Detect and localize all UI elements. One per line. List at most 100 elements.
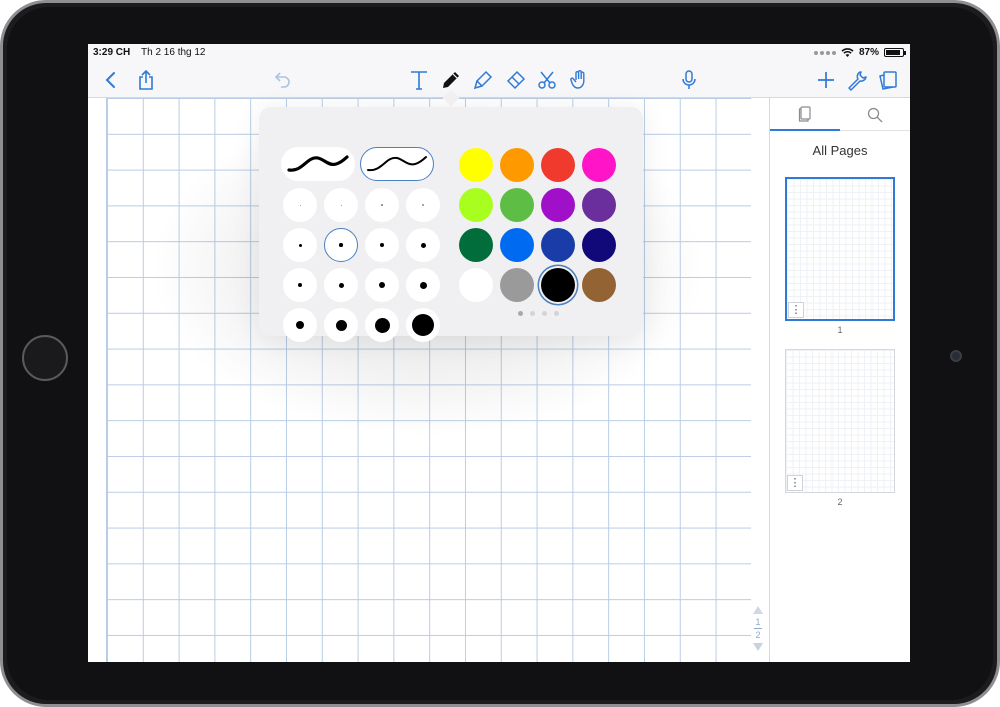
pager-dot[interactable] <box>518 311 523 316</box>
pager-dot[interactable] <box>554 311 559 316</box>
status-time: 3:29 CH <box>93 47 131 58</box>
search-tab[interactable] <box>840 98 910 131</box>
color-swatch[interactable] <box>582 148 616 182</box>
stroke-size-dot <box>338 282 344 288</box>
highlighter-icon <box>473 70 493 90</box>
toolbar <box>88 62 910 98</box>
plus-icon <box>818 72 834 88</box>
page-up-icon[interactable] <box>753 606 763 614</box>
stroke-size-option[interactable] <box>283 228 317 262</box>
highlighter-tool-button[interactable] <box>468 65 498 95</box>
color-swatch[interactable] <box>500 268 534 302</box>
stroke-size-option[interactable] <box>406 188 440 222</box>
fountain-pen-style-option[interactable] <box>281 147 355 181</box>
color-swatch[interactable] <box>541 188 575 222</box>
stroke-size-option[interactable] <box>365 308 399 342</box>
battery-icon <box>884 48 906 57</box>
stroke-size-dot <box>298 243 302 247</box>
text-icon <box>411 71 427 90</box>
microphone-button[interactable] <box>674 65 704 95</box>
stroke-size-option[interactable] <box>406 308 440 342</box>
settings-button[interactable] <box>842 65 872 95</box>
stroke-size-dot <box>296 321 304 329</box>
pages-sidebar: All Pages ⋮ 1 ⋮ 2 <box>769 98 910 662</box>
chevron-left-icon <box>105 72 115 88</box>
text-tool-button[interactable] <box>404 65 434 95</box>
front-camera <box>950 350 962 362</box>
page-indicator[interactable]: 1 2 <box>750 606 766 662</box>
stroke-size-dot <box>374 317 390 333</box>
stroke-size-dot <box>379 282 385 288</box>
color-swatch[interactable] <box>582 188 616 222</box>
stroke-size-option[interactable] <box>324 188 358 222</box>
status-bar: 3:29 CH Th 2 16 thg 12 87% <box>88 44 910 62</box>
color-swatch[interactable] <box>582 268 616 302</box>
stroke-size-dot <box>422 204 424 206</box>
stroke-size-dot <box>419 281 427 289</box>
share-button[interactable] <box>131 65 161 95</box>
stroke-size-option[interactable] <box>283 188 317 222</box>
color-swatch[interactable] <box>541 148 575 182</box>
pager-dot[interactable] <box>542 311 547 316</box>
pager-dot[interactable] <box>530 311 535 316</box>
color-swatch[interactable] <box>459 268 493 302</box>
color-swatch[interactable] <box>500 228 534 262</box>
stroke-size-dot <box>381 204 383 206</box>
stroke-size-option[interactable] <box>324 268 358 302</box>
stroke-size-option[interactable] <box>406 268 440 302</box>
cards-icon <box>879 71 897 90</box>
back-button[interactable] <box>96 65 126 95</box>
stroke-size-option[interactable] <box>365 268 399 302</box>
color-swatch[interactable] <box>459 188 493 222</box>
undo-button[interactable] <box>267 65 297 95</box>
stroke-size-option[interactable] <box>406 228 440 262</box>
stroke-size-option[interactable] <box>365 228 399 262</box>
page-thumbnail-label: 2 <box>837 497 843 507</box>
page-indicator-total: 2 <box>755 630 761 640</box>
ballpoint-pen-style-option[interactable] <box>360 147 434 181</box>
page-thumbnail-2[interactable]: ⋮ <box>785 349 895 493</box>
wrench-icon <box>848 71 867 91</box>
stroke-size-option[interactable] <box>365 188 399 222</box>
stroke-size-dot <box>420 242 426 248</box>
color-swatch[interactable] <box>541 228 575 262</box>
color-swatch[interactable] <box>541 268 575 302</box>
page-thumbnail-1[interactable]: ⋮ <box>785 177 895 321</box>
popover-pager[interactable] <box>518 311 559 316</box>
eraser-tool-button[interactable] <box>500 65 530 95</box>
stroke-size-option[interactable] <box>283 308 317 342</box>
battery-fill <box>886 50 900 55</box>
pen-icon <box>443 72 459 88</box>
page-down-icon[interactable] <box>753 643 763 651</box>
color-swatch[interactable] <box>582 228 616 262</box>
screen: 3:29 CH Th 2 16 thg 12 87% 1 2 All Pages… <box>88 44 910 662</box>
pages-tab[interactable] <box>770 98 840 131</box>
stroke-size-option[interactable] <box>283 268 317 302</box>
stroke-size-option[interactable] <box>324 308 358 342</box>
page-menu-button[interactable]: ⋮ <box>787 475 803 491</box>
hand-icon <box>570 70 585 89</box>
color-swatch[interactable] <box>500 188 534 222</box>
ballpoint-stroke-icon <box>367 156 427 172</box>
page-menu-button[interactable]: ⋮ <box>788 302 804 318</box>
color-swatch[interactable] <box>500 148 534 182</box>
add-button[interactable] <box>811 65 841 95</box>
page-thumbnail-label: 1 <box>837 325 843 335</box>
pages-icon <box>798 105 811 122</box>
search-icon <box>867 107 883 122</box>
fountain-stroke-icon <box>287 155 349 172</box>
color-swatch[interactable] <box>459 148 493 182</box>
lasso-tool-button[interactable] <box>532 65 562 95</box>
sidebar-tabs <box>770 98 910 131</box>
stroke-size-option[interactable] <box>324 228 358 262</box>
home-button[interactable] <box>22 335 68 381</box>
sidebar-title: All Pages <box>812 143 868 158</box>
status-date: Th 2 16 thg 12 <box>141 47 206 58</box>
microphone-icon <box>682 70 696 89</box>
stroke-size-dot <box>298 283 302 287</box>
page-flip-button[interactable] <box>873 65 903 95</box>
color-swatch[interactable] <box>459 228 493 262</box>
status-right: 87% <box>813 47 906 58</box>
stroke-size-dot <box>339 243 343 247</box>
hand-tool-button[interactable] <box>564 65 594 95</box>
